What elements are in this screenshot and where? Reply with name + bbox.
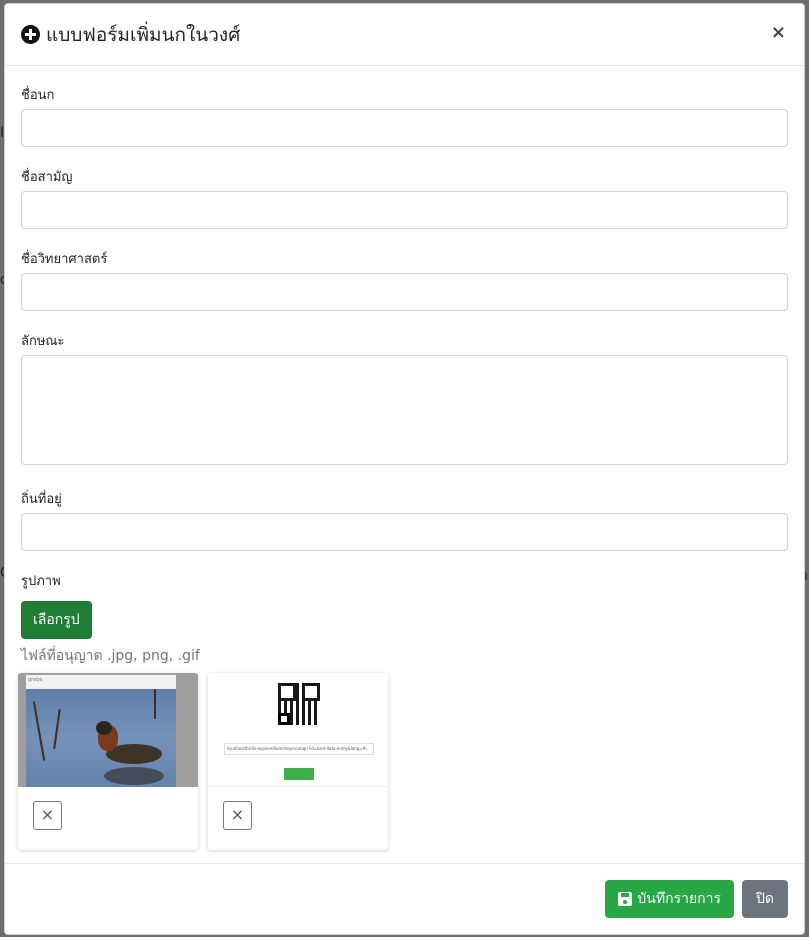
bird-head [96,721,112,735]
allowed-files-hint: ไฟล์ที่อนุญาต .jpg, png, .gif [21,648,200,664]
save-button-label: บันทึกรายการ [637,891,722,907]
qr-url-text: localhost/birds-explore/liamshop/scanqr/… [224,743,374,755]
modal-footer: บันทึกรายการ ปิด [5,863,804,934]
plus-circle-icon [21,25,40,44]
habitat-input[interactable] [21,513,788,551]
remove-thumbnail-button[interactable]: × [223,801,252,830]
scientific-name-label: ชื่อวิทยาศาสตร์ [21,252,108,267]
description-label: ลักษณะ [21,334,65,349]
close-icon[interactable]: × [771,24,786,42]
habitat-field: ถิ่นที่อยู่ [21,488,788,551]
image-section: รูปภาพ เลือกรูป ไฟล์ที่อนุญาต .jpg, png,… [18,570,788,850]
add-bird-modal: แบบฟอร์มเพิ่มนกในวงศ์ × ชื่อนก ชื่อสามัญ… [4,3,805,935]
save-button[interactable]: บันทึกรายการ [605,880,735,918]
qr-screenshot-button [284,768,314,780]
bird-name-label: ชื่อนก [21,88,55,103]
photo-caption: grebe [26,675,176,689]
modal-header: แบบฟอร์มเพิ่มนกในวงศ์ × [5,4,804,66]
description-textarea[interactable] [21,355,788,465]
bird-name-input[interactable] [21,109,788,147]
description-field: ลักษณะ [21,330,788,469]
reed [53,709,61,749]
habitat-label: ถิ่นที่อยู่ [21,492,62,507]
common-name-label: ชื่อสามัญ [21,170,73,185]
reed [32,701,46,761]
qr-corner [278,713,290,725]
thumbnail-card: grebe × [18,673,198,850]
bird-reflection [104,767,164,785]
common-name-input[interactable] [21,191,788,229]
water-background [26,689,176,787]
bird-name-field: ชื่อนก [21,84,788,147]
thumbnail-card: localhost/birds-explore/liamshop/scanqr/… [208,673,388,850]
reed [154,689,156,719]
close-button[interactable]: ปิด [742,880,788,918]
common-name-field: ชื่อสามัญ [21,166,788,229]
thumbnail-list: grebe × localhost/birds-explore/liamshop… [18,673,788,850]
modal-title-text: แบบฟอร์มเพิ่มนกในวงศ์ [46,23,241,46]
image-label: รูปภาพ [21,574,61,589]
qr-screenshot-thumbnail: localhost/birds-explore/liamshop/scanqr/… [208,673,388,787]
remove-thumbnail-button[interactable]: × [33,801,62,830]
choose-image-button[interactable]: เลือกรูป [21,601,92,639]
modal-title: แบบฟอร์มเพิ่มนกในวงศ์ [21,20,240,50]
floppy-disk-icon [618,892,633,906]
scientific-name-input[interactable] [21,273,788,311]
bird-photo-thumbnail: grebe [18,673,198,787]
scientific-name-field: ชื่อวิทยาศาสตร์ [21,248,788,311]
modal-body: ชื่อนก ชื่อสามัญ ชื่อวิทยาศาสตร์ ลักษณะ … [5,66,804,850]
